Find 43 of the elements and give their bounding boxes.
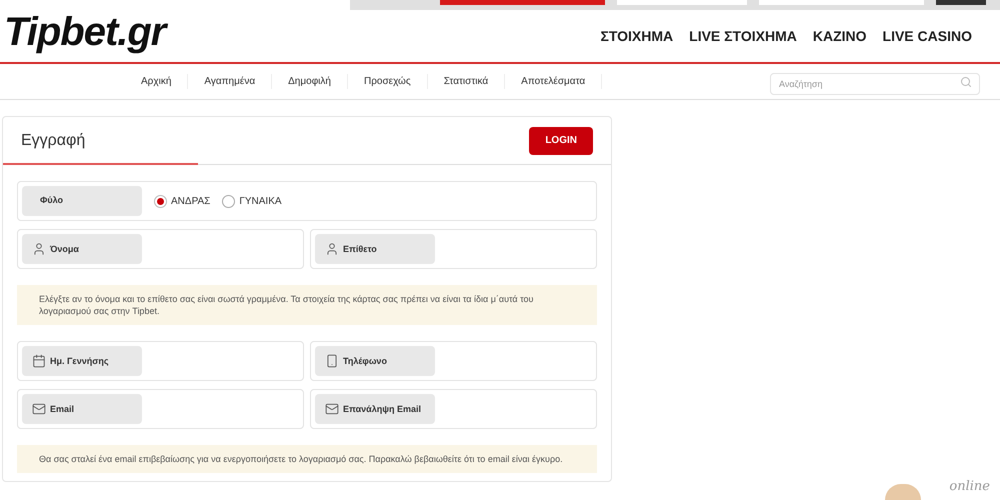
search-field[interactable]: Αναζήτηση	[770, 72, 980, 94]
input-field[interactable]: Επανάληψη Email	[310, 389, 597, 429]
main-nav-link[interactable]: ΣΤΟΙΧΗΜΑ	[600, 26, 674, 47]
sub-nav-link[interactable]: Στατιστικά	[428, 74, 506, 89]
notice-text: Ελέγξτε αν το όνομα και το επίθετο σας είναι σωστά γραμμένα. Τα στοιχεία της κάρτας σας πρέπει να είναι τα ίδια μ΄αυτά του λογαριασμού σας στην Tipbet.	[17, 285, 597, 325]
field-label: Φύλο	[40, 194, 64, 208]
top-button[interactable]	[936, 0, 986, 5]
gender-radio[interactable]: ΑΝΔΡΑΣ	[154, 194, 210, 208]
sub-nav-link[interactable]: Αγαπημένα	[188, 74, 272, 89]
banner-button[interactable]	[440, 0, 605, 5]
user-icon	[32, 242, 46, 256]
field-label: Επίθετο	[343, 244, 377, 254]
login-button[interactable]: LOGIN	[529, 126, 593, 154]
phone-icon	[325, 354, 339, 368]
field-label: Όνομα	[50, 244, 79, 254]
notice-text: Θα σας σταλεί ένα email επιβεβαίωσης για να ενεργοποιήσετε το λογαριασμό σας. Παρακαλώ βεβαιωθείτε ότι το email είναι έγκυρο.	[17, 445, 597, 473]
field-label: Email	[50, 404, 74, 414]
field-label: Ημ. Γεννήσης	[50, 356, 109, 366]
field-label: Επανάληψη Email	[343, 404, 422, 414]
sub-nav-link[interactable]: Δημοφιλή	[272, 74, 348, 89]
sub-nav-link[interactable]: Αποτελέσματα	[505, 74, 602, 89]
main-nav-link[interactable]: LIVE ΣΤΟΙΧΗΜΑ	[689, 26, 797, 47]
avatar	[885, 484, 922, 500]
input-field[interactable]: Email	[17, 389, 304, 429]
field-label: Τηλέφωνο	[343, 356, 387, 366]
gender-radio[interactable]: ΓΥΝΑΙΚΑ	[222, 194, 282, 208]
mail-icon	[32, 402, 46, 416]
input-field[interactable]: Ημ. Γεννήσης	[17, 341, 304, 381]
main-nav-link[interactable]: LIVE CASINO	[882, 26, 972, 47]
main-nav-link[interactable]: ΚΑΖΙΝΟ	[812, 26, 867, 47]
form-title: Εγγραφή	[21, 130, 86, 150]
sub-nav-link[interactable]: Προσεχώς	[348, 74, 428, 89]
top-input[interactable]	[759, 0, 924, 5]
input-field[interactable]: Τηλέφωνο	[310, 341, 597, 381]
input-field[interactable]: Όνομα	[17, 229, 304, 269]
calendar-icon	[32, 354, 46, 368]
top-input[interactable]	[617, 0, 747, 5]
mail-icon	[325, 402, 339, 416]
search-icon	[960, 76, 972, 88]
sub-nav-link[interactable]: Αρχική	[125, 74, 188, 89]
input-field[interactable]: Επίθετο	[310, 229, 597, 269]
logo[interactable]: Tipbet.gr	[4, 12, 166, 54]
user-icon	[325, 242, 339, 256]
